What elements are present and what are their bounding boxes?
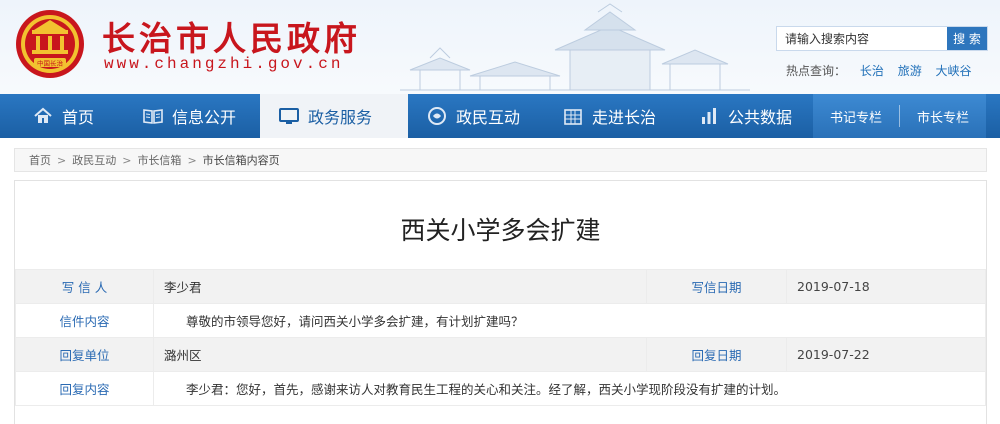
emblem-text: 中国长治 bbox=[37, 59, 64, 68]
breadcrumb-mayor-mailbox[interactable]: 市长信箱 bbox=[137, 152, 181, 168]
nav-item-public-data[interactable]: 公共数据 bbox=[680, 94, 822, 138]
hot-search-label: 热点查询： bbox=[786, 64, 847, 78]
nav-item-about-city[interactable]: 走进长治 bbox=[544, 94, 680, 138]
main-nav: 首页 信息公开 政务服务 政民互动 走进长治 公共数据 书记专栏 市长专栏 bbox=[0, 94, 1000, 138]
content-label: 信件内容 bbox=[15, 303, 154, 338]
chat-icon bbox=[428, 107, 446, 125]
site-title[interactable]: 长治市人民政府 bbox=[102, 12, 361, 60]
reply-date-value: 2019-07-22 bbox=[786, 337, 986, 372]
breadcrumb-separator: > bbox=[57, 153, 67, 167]
table-row: 写 信 人 李少君 写信日期 2019-07-18 bbox=[15, 269, 986, 304]
nav-label-interaction: 政民互动 bbox=[456, 108, 521, 127]
nav-special-secretary[interactable]: 书记专栏 bbox=[813, 94, 899, 138]
search-box: 搜 索 bbox=[776, 26, 988, 51]
nav-label-home: 首页 bbox=[62, 108, 95, 127]
write-date-label: 写信日期 bbox=[646, 269, 787, 304]
breadcrumb-separator: > bbox=[187, 153, 197, 167]
building-icon bbox=[564, 109, 582, 125]
letter-info-table: 写 信 人 李少君 写信日期 2019-07-18 信件内容 尊敬的市领导您好，… bbox=[15, 269, 986, 406]
search-input[interactable] bbox=[777, 27, 948, 50]
nav-item-interaction[interactable]: 政民互动 bbox=[408, 94, 544, 138]
nav-label-info-disclosure: 信息公开 bbox=[172, 108, 237, 127]
site-url: www.changzhi.gov.cn bbox=[104, 55, 344, 73]
content-value: 尊敬的市领导您好，请问西关小学多会扩建，有计划扩建吗？ bbox=[153, 303, 986, 338]
hot-link-changzhi[interactable]: 长治 bbox=[860, 64, 884, 78]
bar-chart-icon bbox=[702, 108, 716, 124]
breadcrumb-current: 市长信箱内容页 bbox=[202, 154, 280, 167]
breadcrumb-interaction[interactable]: 政民互动 bbox=[72, 152, 116, 168]
search-button[interactable]: 搜 索 bbox=[947, 27, 987, 50]
letter-panel: 西关小学多会扩建 写 信 人 李少君 写信日期 2019-07-18 信件内容 … bbox=[14, 180, 987, 424]
table-row: 信件内容 尊敬的市领导您好，请问西关小学多会扩建，有计划扩建吗？ bbox=[15, 303, 986, 338]
reply-unit-value: 潞州区 bbox=[153, 337, 647, 372]
nav-special-mayor[interactable]: 市长专栏 bbox=[900, 94, 986, 138]
nav-label-about-city: 走进长治 bbox=[592, 108, 657, 127]
nav-label-public-data: 公共数据 bbox=[728, 108, 793, 127]
city-skyline-illustration bbox=[400, 3, 750, 91]
page-title: 西关小学多会扩建 bbox=[400, 216, 601, 245]
city-emblem-logo: 中国长治 bbox=[16, 10, 84, 78]
book-icon bbox=[143, 109, 163, 124]
hot-link-tourism[interactable]: 旅游 bbox=[898, 64, 922, 78]
nav-item-gov-services[interactable]: 政务服务 bbox=[260, 94, 408, 138]
reply-content-label: 回复内容 bbox=[15, 371, 154, 406]
nav-special-group: 书记专栏 市长专栏 bbox=[813, 94, 986, 138]
home-icon bbox=[34, 107, 52, 123]
table-row: 回复单位 潞州区 回复日期 2019-07-22 bbox=[15, 337, 986, 372]
writer-value: 李少君 bbox=[153, 269, 647, 304]
reply-unit-label: 回复单位 bbox=[15, 337, 154, 372]
breadcrumb: 首页 > 政民互动 > 市长信箱 > 市长信箱内容页 bbox=[14, 148, 987, 172]
table-row: 回复内容 李少君：您好，首先，感谢来访人对教育民生工程的关心和关注。经了解，西关… bbox=[15, 371, 986, 406]
hot-search: 热点查询： 长治 旅游 大峡谷 bbox=[786, 62, 972, 79]
breadcrumb-separator: > bbox=[122, 153, 132, 167]
nav-item-home[interactable]: 首页 bbox=[14, 94, 124, 138]
breadcrumb-home[interactable]: 首页 bbox=[29, 152, 51, 168]
nav-label-gov-services: 政务服务 bbox=[308, 108, 373, 127]
monitor-icon bbox=[279, 108, 299, 124]
write-date-value: 2019-07-18 bbox=[786, 269, 986, 304]
reply-content-value: 李少君：您好，首先，感谢来访人对教育民生工程的关心和关注。经了解，西关小学现阶段… bbox=[153, 371, 986, 406]
hot-link-canyon[interactable]: 大峡谷 bbox=[936, 64, 972, 78]
writer-label: 写 信 人 bbox=[15, 269, 154, 304]
site-header: 中国长治 长治市人民政府 www.changzhi.gov.cn 搜 索 热点查… bbox=[0, 0, 1000, 94]
reply-date-label: 回复日期 bbox=[646, 337, 787, 372]
nav-item-info-disclosure[interactable]: 信息公开 bbox=[124, 94, 260, 138]
